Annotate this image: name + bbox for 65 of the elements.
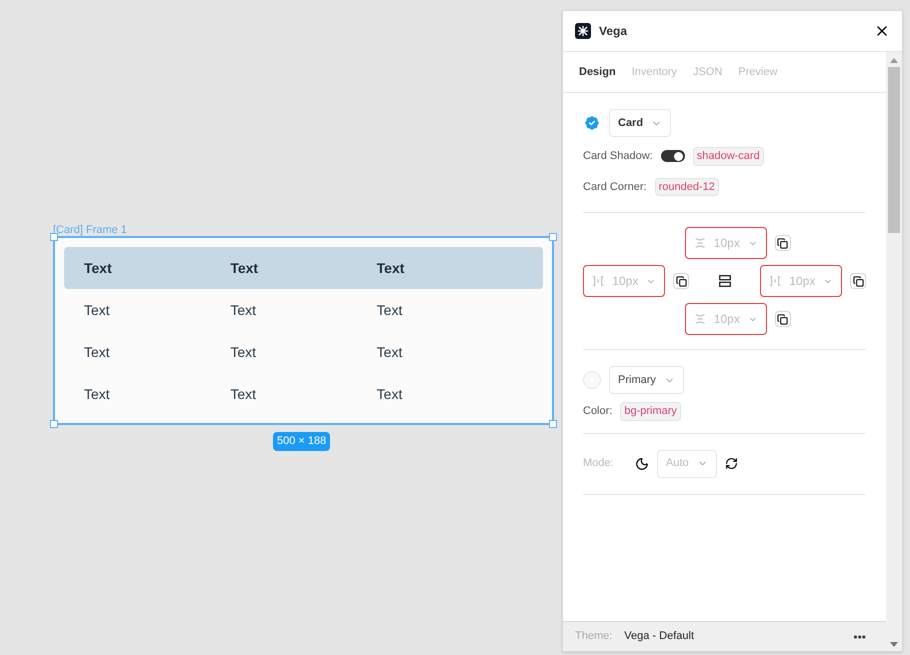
theme-label: Theme: (575, 629, 612, 644)
horizontal-spacing-icon (592, 275, 604, 287)
class-tag: rounded-12 (654, 178, 719, 196)
field-label: Card Corner: (583, 180, 647, 194)
scrollbar-thumb[interactable] (888, 67, 900, 233)
tab[interactable]: JSON (692, 64, 722, 80)
copy-icon (676, 276, 686, 286)
refresh-icon[interactable] (724, 457, 738, 470)
verified-icon (583, 114, 601, 132)
scroll-up-icon[interactable] (890, 58, 898, 63)
logo-icon (575, 23, 591, 39)
class-tag: shadow-card (692, 147, 764, 166)
moon-icon[interactable] (635, 456, 649, 470)
stack-icon (718, 275, 730, 287)
shadow-toggle[interactable] (660, 150, 685, 162)
field-label: Mode: (583, 456, 615, 472)
table-cell-text: Text (376, 300, 404, 320)
column-header: Text (230, 258, 260, 278)
resize-handle[interactable] (549, 420, 557, 428)
color-swatch[interactable] (583, 371, 601, 389)
horizontal-spacing-icon (769, 275, 782, 287)
color-select[interactable]: Primary (609, 366, 684, 394)
field-label: Card Shadow: (583, 149, 653, 164)
vertical-spacing-icon (694, 313, 706, 325)
theme-value: Vega - Default (624, 629, 696, 644)
tab[interactable]: Inventory (632, 64, 677, 80)
copy-button[interactable] (774, 311, 790, 327)
copy-button[interactable] (774, 235, 790, 251)
column-header: Text (376, 258, 406, 278)
resize-handle[interactable] (50, 420, 58, 428)
column-header: Text (84, 258, 113, 278)
field-label: Color: (583, 404, 612, 419)
table-cell-text: Text (84, 300, 111, 320)
card-frame[interactable]: Text Text Text Text Text Text Text Text Text Text Text Text (53, 236, 554, 425)
copy-button[interactable] (673, 273, 689, 289)
scroll-down-icon[interactable] (890, 642, 898, 647)
resize-handle[interactable] (549, 233, 557, 241)
tab[interactable]: Preview (738, 64, 778, 80)
padding-select[interactable]: 10px (684, 227, 766, 259)
class-tag: bg-primary (620, 402, 681, 420)
padding-value: 10px (789, 273, 816, 290)
copy-icon (777, 314, 788, 324)
vertical-spacing-icon (694, 237, 706, 249)
more-button[interactable]: ••• (853, 628, 866, 646)
table-cell-text: Text (230, 300, 258, 320)
panel-title: Vega (599, 23, 628, 40)
component-select[interactable]: Card (609, 109, 672, 137)
table-cell-text: Text (230, 342, 258, 362)
padding-select[interactable]: 10px (583, 265, 665, 297)
padding-select[interactable]: 10px (684, 303, 766, 335)
copy-icon (852, 276, 864, 286)
padding-value: 10px (714, 235, 740, 252)
copy-button[interactable] (850, 273, 866, 289)
padding-select[interactable]: 10px (760, 265, 842, 297)
padding-value: 10px (612, 273, 638, 290)
copy-icon (777, 238, 788, 248)
table-cell-text: Text (376, 384, 404, 404)
frame-label: [Card] Frame 1 (53, 223, 127, 238)
tab[interactable]: Design (579, 64, 616, 80)
table-cell-text: Text (84, 342, 111, 362)
table-cell-text: Text (376, 342, 404, 362)
size-badge: 500 × 188 (273, 432, 330, 450)
padding-value: 10px (714, 311, 740, 328)
table-cell-text: Text (230, 384, 258, 404)
table-cell-text: Text (84, 384, 111, 404)
